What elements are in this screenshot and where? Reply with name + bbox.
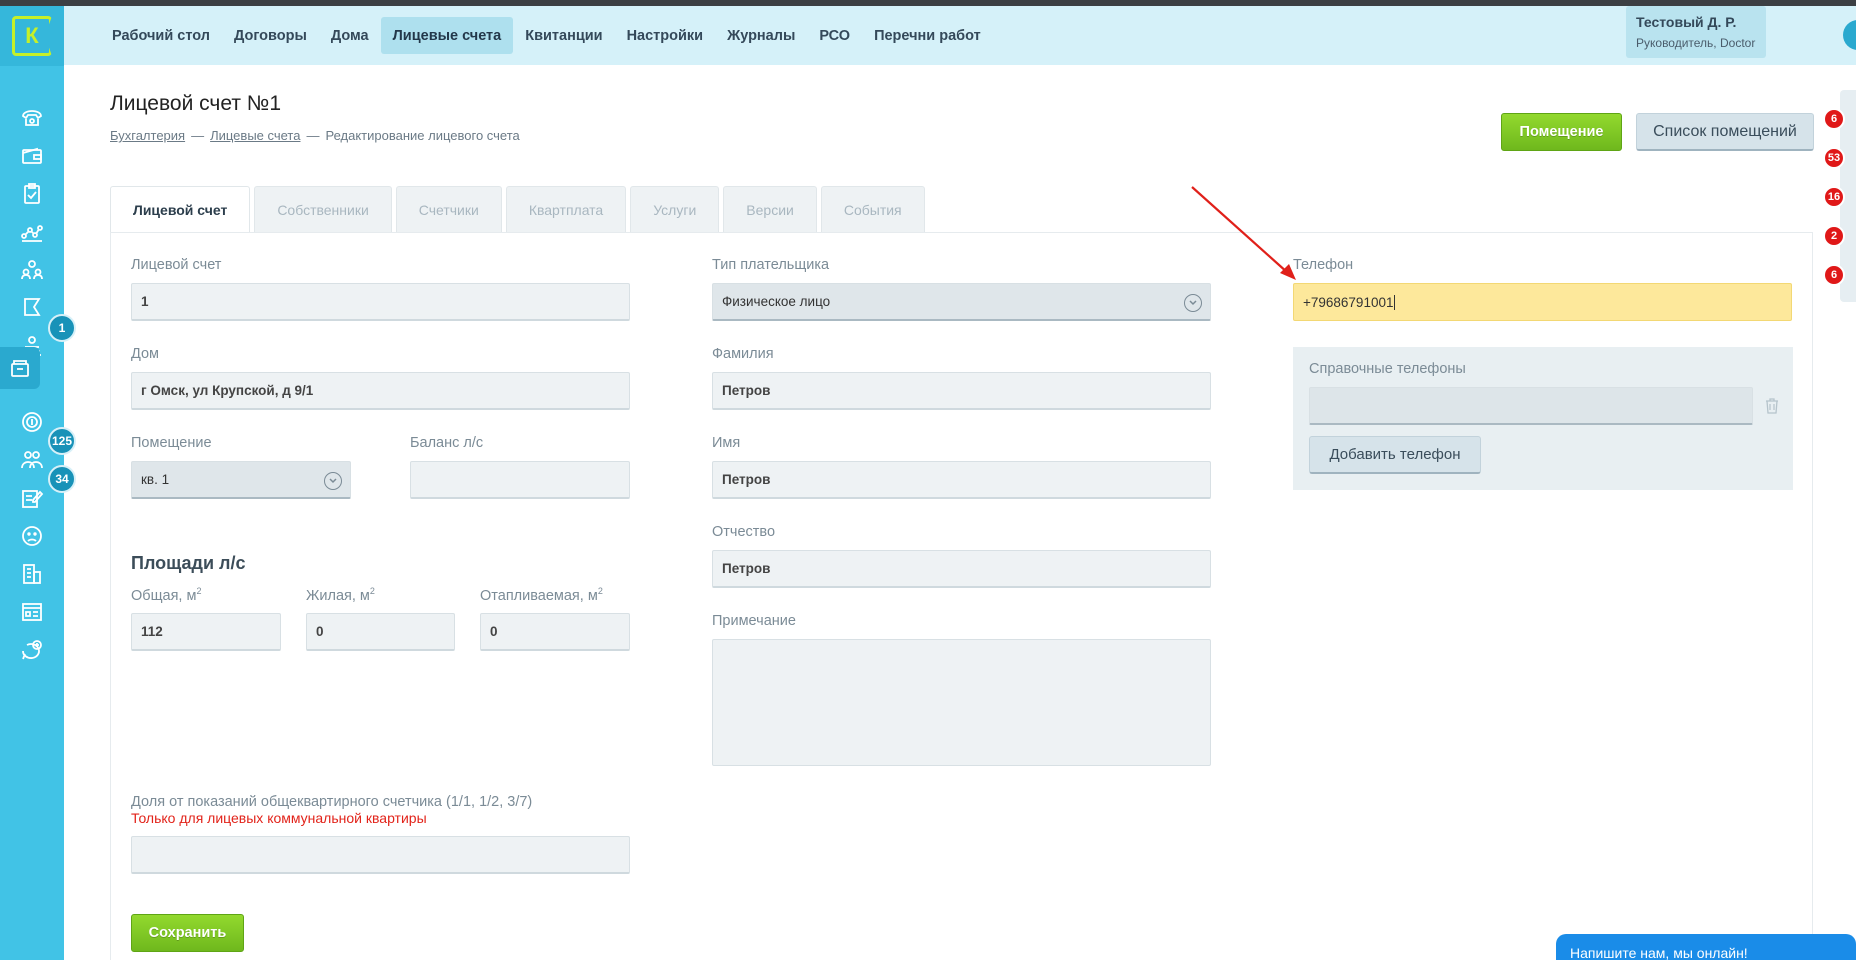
- nav-journals[interactable]: Журналы: [715, 17, 807, 54]
- house-field[interactable]: г Омск, ул Крупской, д 9/1: [131, 372, 630, 410]
- area-heated-label: Отапливаемая, м2: [480, 586, 603, 604]
- phone-icon[interactable]: [0, 97, 64, 139]
- save-button[interactable]: Сохранить: [131, 914, 244, 952]
- nav-contracts[interactable]: Договоры: [222, 17, 319, 54]
- user-role: Руководитель, Doctor: [1636, 36, 1756, 50]
- area-heated-field[interactable]: 0: [480, 613, 630, 651]
- building-icon[interactable]: [0, 553, 64, 595]
- payer-type-select[interactable]: Физическое лицо: [712, 283, 1211, 321]
- document-icon[interactable]: [0, 591, 64, 633]
- tab-owners[interactable]: Собственники: [254, 186, 392, 232]
- area-living-field[interactable]: 0: [306, 613, 455, 651]
- breadcrumb-accounting[interactable]: Бухгалтерия: [110, 128, 185, 143]
- area-total-label: Общая, м2: [131, 586, 202, 604]
- ref-phone-field[interactable]: [1309, 387, 1753, 425]
- room-button[interactable]: Помещение: [1501, 113, 1622, 151]
- phone-field[interactable]: +79686791001: [1293, 283, 1792, 321]
- trash-icon[interactable]: [1765, 398, 1779, 414]
- tab-events[interactable]: События: [820, 186, 925, 232]
- firstname-field[interactable]: Петров: [712, 461, 1211, 499]
- share-field[interactable]: [131, 836, 630, 874]
- tab-meters[interactable]: Счетчики: [395, 186, 502, 232]
- wallet-icon[interactable]: [0, 135, 64, 177]
- phone-value: +79686791001: [1303, 294, 1394, 310]
- area-total-field[interactable]: 112: [131, 613, 281, 651]
- payer-type-label: Тип плательщика: [712, 257, 830, 273]
- area-living-label: Жилая, м2: [306, 586, 375, 604]
- breadcrumb-separator: —: [191, 128, 205, 143]
- page-title: Лицевой счет №1: [110, 92, 281, 115]
- chevron-down-icon: [324, 472, 342, 490]
- operator-badge: 1: [48, 314, 76, 342]
- account-field[interactable]: 1: [131, 283, 630, 321]
- nav-rso[interactable]: РСО: [807, 17, 862, 54]
- payer-type-value: Физическое лицо: [722, 294, 831, 309]
- share-warning: Только для лицевых коммунальной квартиры: [131, 810, 427, 826]
- tab-services[interactable]: Услуги: [630, 186, 720, 232]
- notification-badge[interactable]: 2: [1823, 225, 1845, 247]
- share-label: Доля от показаний общеквартирного счетчи…: [131, 794, 533, 810]
- areas-title: Площади л/с: [131, 553, 246, 573]
- firstname-label: Имя: [712, 435, 741, 451]
- breadcrumb: Бухгалтерия — Лицевые счета — Редактиров…: [110, 128, 520, 143]
- room-label: Помещение: [131, 435, 212, 451]
- balance-label: Баланс л/с: [410, 435, 484, 451]
- room-list-button[interactable]: Список помещений: [1636, 113, 1814, 151]
- nav-accounts[interactable]: Лицевые счета: [380, 17, 514, 54]
- notification-badge[interactable]: 53: [1823, 147, 1845, 169]
- logo[interactable]: К: [0, 6, 64, 66]
- add-phone-button[interactable]: Добавить телефон: [1309, 436, 1481, 474]
- notification-badge[interactable]: 6: [1823, 264, 1845, 286]
- notification-badge[interactable]: 6: [1823, 108, 1845, 130]
- sad-face-icon[interactable]: [0, 515, 64, 557]
- note-label: Примечание: [712, 613, 796, 629]
- account-label: Лицевой счет: [131, 257, 222, 273]
- tab-rent[interactable]: Квартплата: [505, 186, 627, 232]
- main-nav: Рабочий стол Договоры Дома Лицевые счета…: [100, 17, 993, 54]
- network-icon[interactable]: [0, 211, 64, 253]
- lastname-label: Фамилия: [712, 346, 774, 362]
- middlename-field[interactable]: Петров: [712, 550, 1211, 588]
- middlename-label: Отчество: [712, 524, 776, 540]
- nav-receipts[interactable]: Квитанции: [513, 17, 614, 54]
- notification-badge[interactable]: 16: [1823, 186, 1845, 208]
- chat-add-icon[interactable]: [0, 629, 64, 671]
- user-name: Тестовый Д. Р.: [1636, 14, 1737, 30]
- top-header: Рабочий стол Договоры Дома Лицевые счета…: [64, 6, 1856, 65]
- online-chat-widget[interactable]: Напишите нам, мы онлайн!: [1556, 934, 1856, 960]
- nav-houses[interactable]: Дома: [319, 17, 381, 54]
- house-label: Дом: [131, 346, 160, 362]
- nav-dashboard[interactable]: Рабочий стол: [100, 17, 222, 54]
- breadcrumb-current: Редактирование лицевого счета: [325, 128, 520, 143]
- breadcrumb-accounts[interactable]: Лицевые счета: [210, 128, 300, 143]
- room-select-value: кв. 1: [141, 472, 170, 487]
- breadcrumb-separator: —: [306, 128, 320, 143]
- ref-phones-label: Справочные телефоны: [1309, 361, 1466, 377]
- balance-field[interactable]: [410, 461, 630, 499]
- text-cursor: [1394, 294, 1396, 310]
- tab-account[interactable]: Лицевой счет: [110, 186, 251, 232]
- people-icon[interactable]: [0, 249, 64, 291]
- tab-versions[interactable]: Версии: [723, 186, 817, 232]
- tab-bar: Лицевой счет Собственники Счетчики Кварт…: [110, 186, 925, 232]
- chevron-down-icon: [1184, 294, 1202, 312]
- note-textarea[interactable]: [712, 639, 1211, 766]
- nav-work-lists[interactable]: Перечни работ: [862, 17, 993, 54]
- group-badge: 125: [48, 427, 76, 455]
- nav-settings[interactable]: Настройки: [615, 17, 716, 54]
- logo-mark: К: [12, 16, 52, 56]
- user-menu[interactable]: Тестовый Д. Р. Руководитель, Doctor: [1626, 6, 1766, 58]
- annotation-arrow: [1191, 186, 1296, 280]
- clipboard-icon[interactable]: [0, 173, 64, 215]
- lastname-field[interactable]: Петров: [712, 372, 1211, 410]
- edit-badge: 34: [48, 465, 76, 493]
- archive-icon[interactable]: [0, 347, 40, 389]
- phone-label: Телефон: [1293, 257, 1354, 273]
- room-select[interactable]: кв. 1: [131, 461, 351, 499]
